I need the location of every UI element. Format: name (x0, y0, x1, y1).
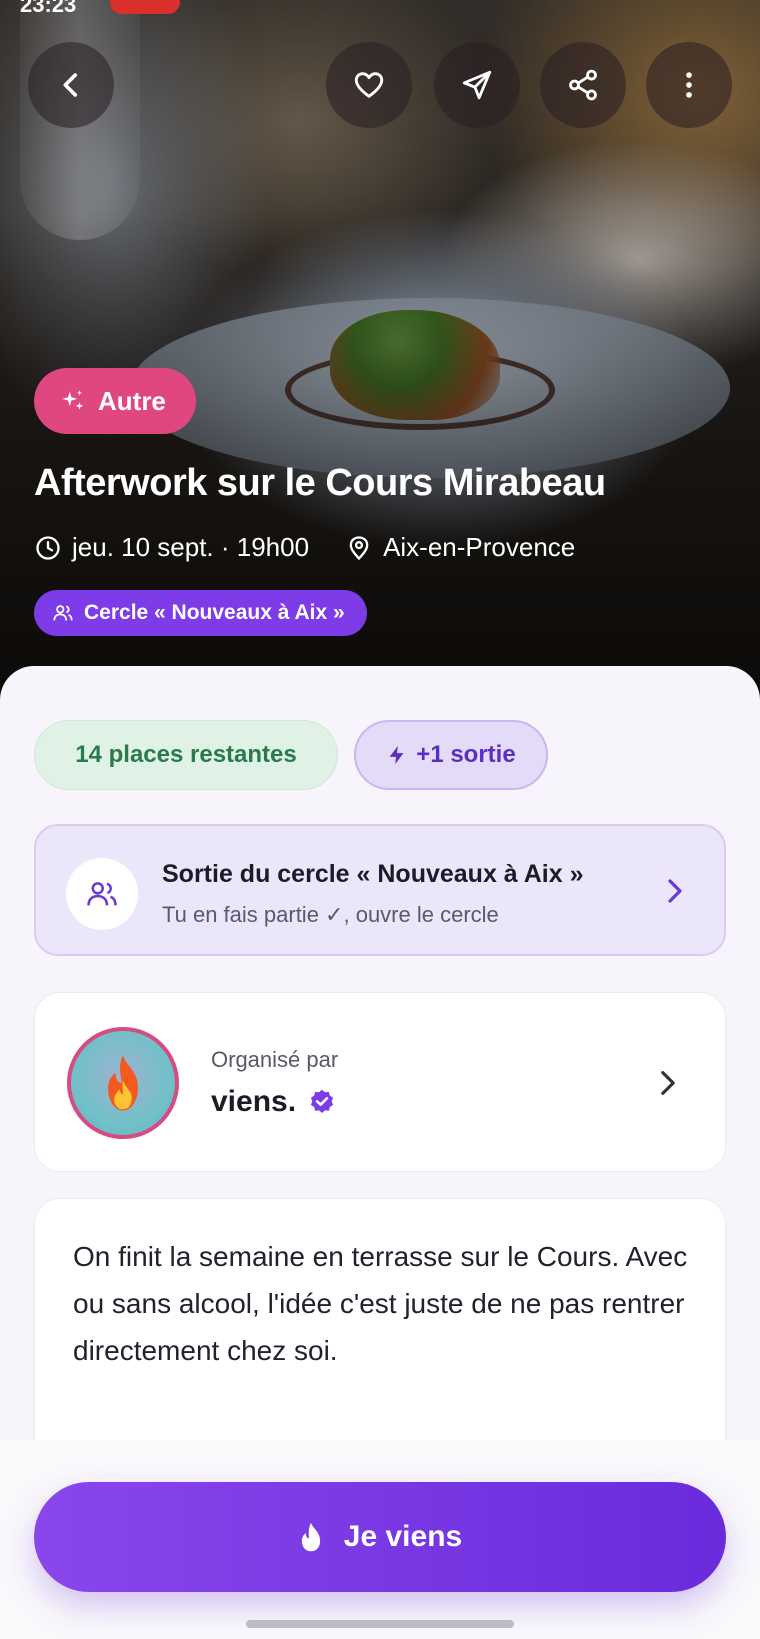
organizer-label: Organisé par (211, 1047, 339, 1072)
extra-outing-label: +1 sortie (416, 741, 516, 768)
organizer-avatar (67, 1027, 179, 1139)
status-bar: 23:23 (0, 0, 760, 17)
organizer-card[interactable]: Organisé par viens. (34, 992, 726, 1172)
chevron-right-icon (661, 1071, 675, 1095)
circle-card[interactable]: Sortie du cercle « Nouveaux à Aix » Tu e… (34, 824, 726, 956)
extra-outing-badge: +1 sortie (354, 720, 548, 790)
event-datetime-text: jeu. 10 sept. · 19h00 (72, 532, 310, 562)
circle-chip[interactable]: Cercle « Nouveaux à Aix » (34, 590, 367, 636)
circle-chip-label: Cercle « Nouveaux à Aix » (84, 601, 345, 624)
heart-icon (354, 72, 384, 98)
verified-badge-icon (310, 1089, 334, 1113)
join-button[interactable]: Je viens (34, 1482, 726, 1592)
more-vertical-icon (686, 72, 692, 98)
sparkles-icon (62, 390, 84, 410)
places-remaining-badge: 14 places restantes (34, 720, 338, 790)
home-indicator (246, 1620, 514, 1628)
send-button[interactable] (434, 42, 520, 128)
join-button-label: Je viens (343, 1520, 463, 1553)
recording-indicator (110, 0, 180, 14)
map-pin-icon (349, 535, 369, 560)
event-location[interactable]: Aix-en-Provence (345, 532, 575, 563)
fire-icon (108, 1055, 138, 1111)
users-icon (53, 605, 73, 621)
event-meta: jeu. 10 sept. · 19h00 Aix-en-Provence (34, 532, 575, 563)
event-title: Afterwork sur le Cours Mirabeau (34, 462, 606, 504)
flame-icon (301, 1522, 320, 1552)
back-button[interactable] (28, 42, 114, 128)
status-time: 23:23 (20, 0, 77, 17)
chevron-right-icon (668, 879, 682, 903)
event-datetime: jeu. 10 sept. · 19h00 (34, 532, 309, 563)
clock-icon (36, 535, 60, 560)
organizer-name: viens. (211, 1085, 297, 1118)
category-chip: Autre (34, 368, 196, 434)
users-icon (87, 882, 117, 906)
favorite-button[interactable] (326, 42, 412, 128)
circle-card-subtitle: Tu en fais partie ✓, ouvre le cercle (162, 902, 499, 927)
paper-plane-icon (462, 70, 492, 100)
event-location-text: Aix-en-Provence (383, 532, 576, 562)
more-options-button[interactable] (646, 42, 732, 128)
lightning-icon (389, 745, 404, 765)
category-label: Autre (98, 385, 166, 416)
circle-card-title: Sortie du cercle « Nouveaux à Aix » (162, 860, 584, 888)
share-icon (569, 69, 597, 101)
organizer-name-row: viens. (211, 1085, 336, 1119)
chevron-left-icon (63, 73, 78, 97)
share-button[interactable] (540, 42, 626, 128)
circle-card-icon-wrap (66, 858, 138, 930)
event-description: On finit la semaine en terrasse sur le C… (73, 1241, 688, 1366)
description-card: On finit la semaine en terrasse sur le C… (34, 1198, 726, 1458)
